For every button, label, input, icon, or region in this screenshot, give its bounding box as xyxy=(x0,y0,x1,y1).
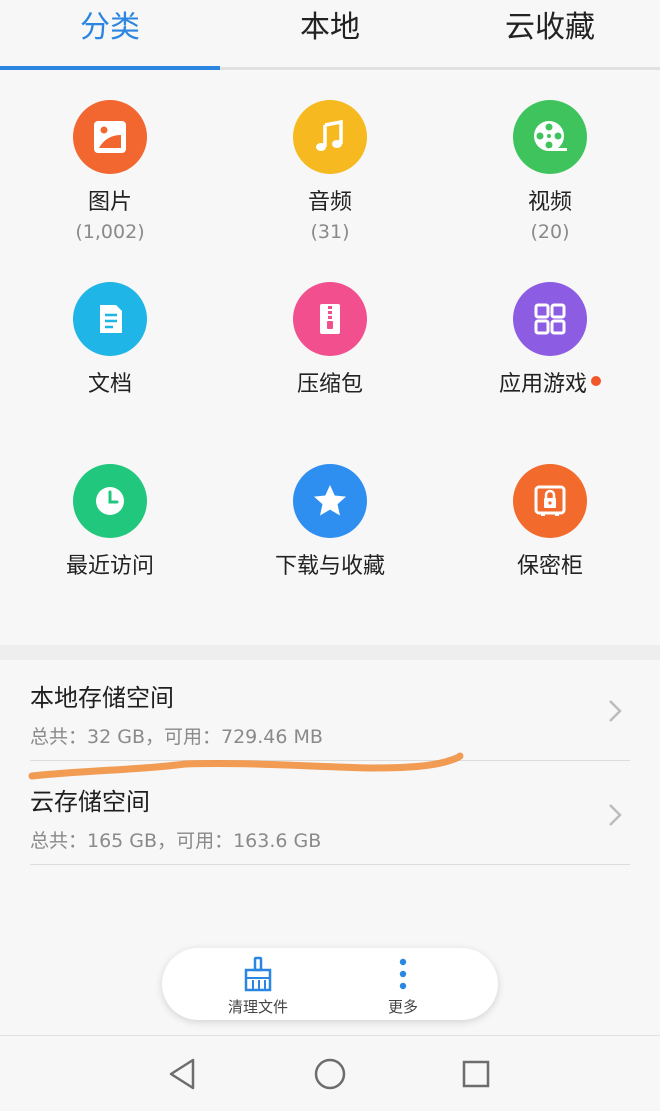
zip-icon xyxy=(293,282,367,356)
category-label: 最近访问 xyxy=(65,554,154,579)
safe-icon xyxy=(513,464,587,538)
clock-icon xyxy=(73,464,147,538)
category-archives[interactable]: 压缩包 xyxy=(220,282,440,400)
category-video[interactable]: 视频 (20) xyxy=(440,100,660,244)
category-label: 音频 xyxy=(307,190,352,215)
local-storage-item[interactable]: 本地存储空间 总共：32 GB，可用：729.46 MB xyxy=(30,660,630,761)
category-label: 下载与收藏 xyxy=(274,554,385,579)
home-circle-icon[interactable] xyxy=(310,1054,350,1094)
clean-files-label: 清理文件 xyxy=(227,998,288,1016)
tab-bar: 分类 本地 云收藏 xyxy=(0,0,660,70)
more-vertical-icon xyxy=(399,958,407,990)
section-divider xyxy=(0,645,660,660)
image-icon xyxy=(73,100,147,174)
local-storage-title: 本地存储空间 xyxy=(30,684,174,712)
local-storage-detail: 总共：32 GB，可用：729.46 MB xyxy=(30,726,323,748)
cloud-storage-item[interactable]: 云存储空间 总共：165 GB，可用：163.6 GB xyxy=(30,764,630,865)
music-note-icon xyxy=(293,100,367,174)
cloud-storage-title: 云存储空间 xyxy=(30,788,150,816)
more-label: 更多 xyxy=(387,998,418,1016)
category-label: 应用游戏 xyxy=(440,370,660,400)
new-badge-dot xyxy=(591,376,601,386)
floating-action-bar: 清理文件 更多 xyxy=(162,948,498,1020)
apps-grid-icon xyxy=(513,282,587,356)
category-images[interactable]: 图片 (1,002) xyxy=(0,100,220,244)
back-triangle-icon[interactable] xyxy=(163,1054,203,1094)
film-reel-icon xyxy=(513,100,587,174)
category-grid: 图片 (1,002) 音频 (31) 视频 (20) 文档 压缩包 应用游戏 最… xyxy=(0,70,660,645)
category-count: (31) xyxy=(310,221,350,243)
category-label-text: 应用游戏 xyxy=(498,372,587,397)
chevron-right-icon xyxy=(609,804,622,826)
category-label: 图片 xyxy=(87,190,132,215)
category-recent[interactable]: 最近访问 xyxy=(0,464,220,582)
tab-local[interactable]: 本地 xyxy=(220,0,440,67)
category-documents[interactable]: 文档 xyxy=(0,282,220,400)
category-label: 文档 xyxy=(87,372,132,397)
tab-cloud-favorites[interactable]: 云收藏 xyxy=(440,0,660,67)
chevron-right-icon xyxy=(609,700,622,722)
more-button[interactable]: 更多 xyxy=(343,954,463,1016)
system-navigation-bar xyxy=(0,1035,660,1111)
tab-category[interactable]: 分类 xyxy=(0,0,220,67)
category-audio[interactable]: 音频 (31) xyxy=(220,100,440,244)
star-icon xyxy=(293,464,367,538)
document-icon xyxy=(73,282,147,356)
category-safe[interactable]: 保密柜 xyxy=(440,464,660,582)
recents-square-icon[interactable] xyxy=(456,1054,496,1094)
clean-files-button[interactable]: 清理文件 xyxy=(198,954,318,1016)
category-count: (1,002) xyxy=(75,221,145,243)
broom-icon xyxy=(244,956,272,992)
category-downloads-favorites[interactable]: 下载与收藏 xyxy=(220,464,440,582)
category-label: 保密柜 xyxy=(516,554,583,579)
category-label: 视频 xyxy=(527,190,572,215)
category-apps-games[interactable]: 应用游戏 xyxy=(440,282,660,400)
category-label: 压缩包 xyxy=(296,372,363,397)
storage-section: 本地存储空间 总共：32 GB，可用：729.46 MB 云存储空间 总共：16… xyxy=(0,660,660,930)
cloud-storage-detail: 总共：165 GB，可用：163.6 GB xyxy=(30,830,322,852)
category-count: (20) xyxy=(530,221,570,243)
